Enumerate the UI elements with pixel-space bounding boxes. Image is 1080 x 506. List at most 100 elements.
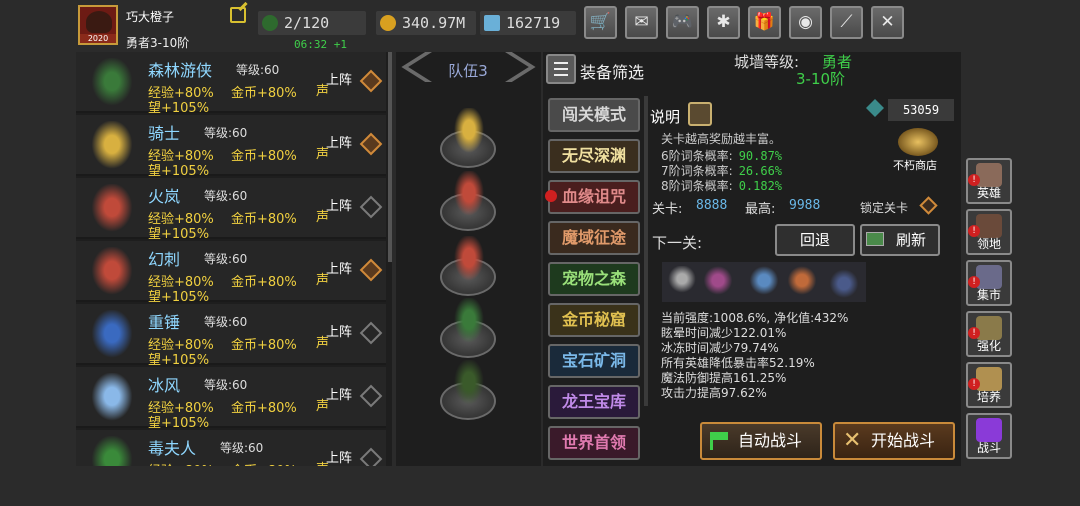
hero-gold-bonus: 金币+80% — [231, 460, 297, 466]
mail-button[interactable]: ✉ — [625, 6, 658, 39]
deploy-label[interactable]: 上阵 — [326, 195, 352, 214]
warrior-enemy-icon — [786, 266, 818, 298]
nav-trophy[interactable]: ! 培养 — [966, 362, 1012, 408]
player-rank: 勇者3-10阶 — [126, 36, 190, 50]
auto-battle-button[interactable]: 自动战斗 — [700, 422, 822, 460]
gamepad-button[interactable]: 🎮 — [666, 6, 699, 39]
deploy-toggle[interactable] — [359, 384, 383, 408]
mode-button[interactable]: 宝石矿洞 — [548, 344, 640, 378]
immortal-shop-label[interactable]: 不朽商店 — [893, 157, 937, 173]
gift-icon: 🎁 — [753, 12, 776, 32]
gear-button[interactable]: ✱ — [707, 6, 740, 39]
stage-value: 8888 — [696, 198, 728, 213]
hero-name: 骑士 — [148, 124, 181, 143]
filter-label[interactable]: 装备筛选 — [580, 59, 644, 83]
hero-row[interactable]: 火岚 等级:60 经验+80% 金币+80% 声望+105% 上阵 — [76, 178, 386, 242]
nav-castle[interactable]: ! 领地 — [966, 209, 1012, 255]
nav-market[interactable]: ! 集市 — [966, 260, 1012, 306]
best-value: 9988 — [789, 198, 821, 213]
player-avatar[interactable]: 2020 — [78, 5, 118, 45]
gift-button[interactable]: 🎁 — [748, 6, 781, 39]
hero-fame-bonus: 望+105% — [148, 227, 210, 242]
wall-level-label: 城墙等级: — [734, 53, 800, 71]
energy-value: 2/120 — [284, 14, 330, 32]
deploy-toggle[interactable] — [359, 132, 383, 156]
energy-timer: 06:32 +1 — [294, 38, 347, 51]
tier-probability-value: 26.66% — [738, 164, 783, 178]
gold-value: 340.97M — [402, 14, 466, 32]
energy-stat: 2/120 — [258, 11, 366, 35]
team-hero-figure — [452, 360, 486, 408]
deploy-toggle[interactable] — [359, 447, 383, 466]
feather-button[interactable]: ⟋ — [830, 6, 863, 39]
filter-menu-button[interactable] — [546, 54, 576, 84]
mode-button[interactable]: 无尽深渊 — [548, 139, 640, 173]
deploy-label[interactable]: 上阵 — [326, 69, 352, 88]
refresh-icon — [866, 232, 884, 246]
deploy-toggle[interactable] — [359, 321, 383, 345]
hero-list[interactable]: 森林游侠 等级:60 经验+80% 金币+80% 声望+105% 上阵 骑士 等级:60 经验+… — [76, 52, 392, 466]
deploy-label[interactable]: 上阵 — [326, 258, 352, 277]
hero-name: 幻刺 — [148, 250, 181, 269]
retreat-button[interactable]: 回退 — [775, 224, 855, 256]
wall-level-rank: 3-10阶 — [796, 70, 846, 88]
hero-gold-bonus: 金币+80% — [231, 86, 297, 101]
refresh-button[interactable]: 刷新 — [860, 224, 940, 256]
start-battle-button[interactable]: ✕ 开始战斗 — [833, 422, 955, 460]
team-hero-figure — [452, 236, 486, 284]
deploy-toggle[interactable] — [359, 69, 383, 93]
stage-description: 关卡越高奖励越丰富。 — [661, 132, 782, 146]
hero-name: 重锤 — [148, 313, 181, 332]
nav-portal[interactable]: 战斗 — [966, 413, 1012, 459]
hero-level: 等级:60 — [204, 378, 248, 392]
mode-button[interactable]: 魔域征途 — [548, 221, 640, 255]
hero-gold-bonus: 金币+80% — [231, 212, 297, 227]
color-wheel-button[interactable]: ◉ — [789, 6, 822, 39]
edit-icon[interactable] — [230, 7, 246, 23]
next-enemies — [662, 262, 866, 302]
nav-helmet[interactable]: ! 英雄 — [966, 158, 1012, 204]
nav-crest[interactable]: ! 强化 — [966, 311, 1012, 357]
crossed-swords-button[interactable]: ✕ — [871, 6, 904, 39]
feather-icon: ⟋ — [840, 12, 853, 32]
cart-button[interactable]: 🛒 — [584, 6, 617, 39]
mode-button[interactable]: 闯关模式 — [548, 98, 640, 132]
mode-button[interactable]: 宠物之森 — [548, 262, 640, 296]
hero-row[interactable]: 森林游侠 等级:60 经验+80% 金币+80% 声望+105% 上阵 — [76, 52, 386, 116]
mode-button[interactable]: 血缘诅咒 — [548, 180, 640, 214]
hero-level: 等级:60 — [204, 126, 248, 140]
hero-portrait — [88, 184, 136, 236]
hero-fame-bonus: 望+105% — [148, 164, 210, 179]
explain-label: 说明 — [650, 108, 681, 126]
deploy-label[interactable]: 上阵 — [326, 384, 352, 403]
hero-row[interactable]: 毒夫人等级:60经验+80%金币+80%声望+105%上阵 — [76, 430, 386, 466]
avatar-year: 2020 — [80, 34, 116, 43]
mode-button[interactable]: 金币秘窟 — [548, 303, 640, 337]
team-label: 队伍3 — [448, 62, 488, 80]
help-icon[interactable] — [688, 102, 712, 126]
hero-gold-bonus: 金币+80% — [231, 275, 297, 290]
crossed-swords-icon: ✕ — [880, 12, 895, 32]
hero-row[interactable]: 骑士 等级:60 经验+80% 金币+80% 声望+105% 上阵 — [76, 115, 386, 179]
deploy-label[interactable]: 上阵 — [326, 321, 352, 340]
hero-fame-bonus: 望+105% — [148, 101, 210, 116]
deploy-label[interactable]: 上阵 — [326, 132, 352, 151]
stage-label: 关卡: — [652, 202, 683, 217]
hero-row[interactable]: 重锤 等级:60 经验+80% 金币+80% 声望+105% 上阵 — [76, 304, 386, 368]
nav-label: 英雄 — [976, 186, 1001, 200]
alert-icon — [545, 190, 557, 202]
deploy-label[interactable]: 上阵 — [326, 447, 352, 466]
hero-gold-bonus: 金币+80% — [231, 149, 297, 164]
mail-icon: ✉ — [634, 12, 649, 32]
diamond-icon — [484, 15, 500, 31]
mode-button[interactable]: 世界首领 — [548, 426, 640, 460]
hero-row[interactable]: 幻刺 等级:60 经验+80% 金币+80% 声望+105% 上阵 — [76, 241, 386, 305]
shop-emblem-icon[interactable] — [898, 128, 938, 156]
hero-row[interactable]: 冰风 等级:60 经验+80% 金币+80% 声望+105% 上阵 — [76, 367, 386, 431]
mode-button[interactable]: 龙王宝库 — [548, 385, 640, 419]
mode-list-scrollbar[interactable] — [644, 96, 648, 406]
hero-list-scrollbar[interactable] — [388, 52, 392, 262]
deploy-toggle[interactable] — [359, 258, 383, 282]
best-label: 最高: — [745, 202, 776, 217]
deploy-toggle[interactable] — [359, 195, 383, 219]
